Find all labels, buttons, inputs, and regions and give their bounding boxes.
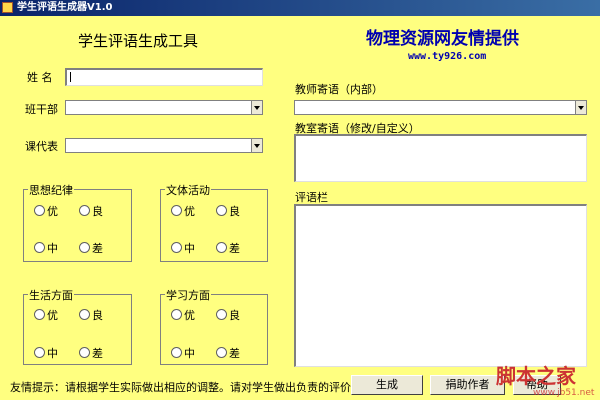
- class-cadre-label: 班干部: [25, 103, 58, 116]
- radio-good[interactable]: 良: [216, 307, 240, 323]
- classroom-message-textarea[interactable]: [294, 134, 587, 182]
- radio-circle-icon: [216, 347, 227, 358]
- radio-circle-icon: [216, 242, 227, 253]
- chevron-down-icon[interactable]: [251, 139, 262, 152]
- radio-circle-icon: [171, 309, 182, 320]
- site-title: 物理资源网友情提供: [366, 29, 519, 49]
- text-caret: [70, 72, 71, 82]
- group-title: 学习方面: [165, 287, 211, 303]
- radio-excellent[interactable]: 优: [34, 307, 58, 323]
- radio-circle-icon: [34, 205, 45, 216]
- radio-label: 中: [47, 347, 58, 360]
- radio-circle-icon: [216, 205, 227, 216]
- radio-average[interactable]: 中: [171, 345, 195, 361]
- chevron-down-icon[interactable]: [251, 101, 262, 114]
- window-title: 学生评语生成器V1.0: [17, 2, 113, 13]
- radio-good[interactable]: 良: [79, 203, 103, 219]
- radio-excellent[interactable]: 优: [171, 203, 195, 219]
- radio-average[interactable]: 中: [34, 345, 58, 361]
- title-bar[interactable]: 学生评语生成器V1.0: [0, 0, 600, 16]
- radio-good[interactable]: 良: [79, 307, 103, 323]
- group-thought-discipline: 思想纪律 优 良 中 差: [23, 182, 132, 262]
- radio-label: 优: [47, 205, 58, 218]
- radio-circle-icon: [79, 347, 90, 358]
- course-rep-select[interactable]: [65, 138, 263, 153]
- radio-label: 差: [229, 347, 240, 360]
- watermark-url: www.jb51.net: [533, 388, 595, 398]
- radio-circle-icon: [79, 242, 90, 253]
- radio-circle-icon: [34, 309, 45, 320]
- app-window: 学生评语生成器V1.0 学生评语生成工具 物理资源网友情提供 www.ty926…: [0, 0, 600, 400]
- comment-textarea[interactable]: [294, 204, 587, 367]
- radio-label: 优: [184, 205, 195, 218]
- radio-label: 良: [229, 309, 240, 322]
- group-life: 生活方面 优 良 中 差: [23, 287, 132, 365]
- radio-label: 优: [47, 309, 58, 322]
- name-label: 姓 名: [27, 71, 53, 84]
- radio-good[interactable]: 良: [216, 203, 240, 219]
- radio-average[interactable]: 中: [34, 240, 58, 256]
- app-icon: [2, 2, 13, 13]
- radio-circle-icon: [34, 242, 45, 253]
- comment-label: 评语栏: [295, 191, 328, 204]
- group-sports-activities: 文体活动 优 良 中 差: [160, 182, 268, 262]
- chevron-down-icon[interactable]: [575, 101, 586, 114]
- radio-label: 差: [92, 242, 103, 255]
- footer-tip: 友情提示：请根据学生实际做出相应的调整。请对学生做出负责的评价。: [10, 381, 362, 394]
- radio-label: 优: [184, 309, 195, 322]
- radio-excellent[interactable]: 优: [34, 203, 58, 219]
- radio-label: 良: [229, 205, 240, 218]
- class-cadre-select[interactable]: [65, 100, 263, 115]
- page-heading: 学生评语生成工具: [78, 32, 199, 50]
- radio-label: 中: [184, 347, 195, 360]
- radio-label: 差: [92, 347, 103, 360]
- radio-label: 良: [92, 309, 103, 322]
- course-rep-label: 课代表: [25, 140, 58, 153]
- radio-label: 良: [92, 205, 103, 218]
- radio-poor[interactable]: 差: [216, 240, 240, 256]
- name-input[interactable]: [65, 68, 263, 86]
- teacher-message-label: 教师寄语（内部）: [295, 83, 383, 96]
- radio-circle-icon: [171, 242, 182, 253]
- radio-circle-icon: [79, 309, 90, 320]
- radio-excellent[interactable]: 优: [171, 307, 195, 323]
- radio-label: 中: [184, 242, 195, 255]
- site-url[interactable]: www.ty926.com: [408, 51, 486, 62]
- radio-circle-icon: [34, 347, 45, 358]
- watermark-logo: 脚本之家: [496, 364, 576, 388]
- group-title: 文体活动: [165, 182, 211, 198]
- teacher-message-select[interactable]: [294, 100, 587, 115]
- radio-circle-icon: [216, 309, 227, 320]
- radio-average[interactable]: 中: [171, 240, 195, 256]
- group-title: 生活方面: [28, 287, 74, 303]
- generate-button[interactable]: 生成: [351, 375, 423, 395]
- radio-circle-icon: [79, 205, 90, 216]
- donate-button[interactable]: 捐助作者: [430, 375, 505, 395]
- radio-poor[interactable]: 差: [79, 345, 103, 361]
- radio-circle-icon: [171, 205, 182, 216]
- radio-poor[interactable]: 差: [79, 240, 103, 256]
- radio-circle-icon: [171, 347, 182, 358]
- group-study: 学习方面 优 良 中 差: [160, 287, 268, 365]
- group-title: 思想纪律: [28, 182, 74, 198]
- radio-label: 差: [229, 242, 240, 255]
- radio-poor[interactable]: 差: [216, 345, 240, 361]
- radio-label: 中: [47, 242, 58, 255]
